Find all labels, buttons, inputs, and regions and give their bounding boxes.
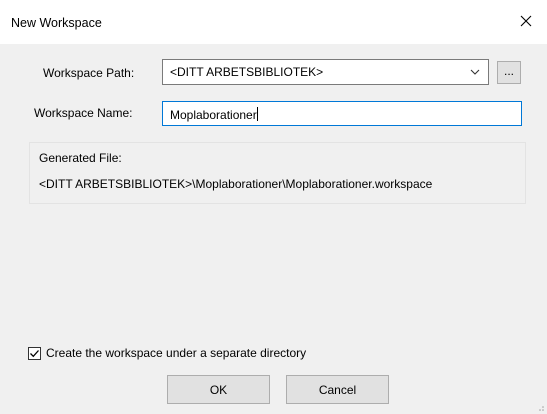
cancel-button[interactable]: Cancel [286,375,389,404]
checkmark-icon [30,349,39,357]
generated-file-label: Generated File: [39,151,122,165]
text-caret [256,107,258,121]
dialog-title: New Workspace [11,16,102,30]
generated-file-group: Generated File: <DITT ARBETSBIBLIOTEK>\M… [29,142,526,204]
resize-grip-icon[interactable] [535,402,545,412]
workspace-path-combobox[interactable]: <DITT ARBETSBIBLIOTEK> [162,59,489,85]
workspace-name-input[interactable]: Moplaborationer [162,101,522,126]
separate-directory-option[interactable]: Create the workspace under a separate di… [28,345,306,361]
separate-directory-label[interactable]: Create the workspace under a separate di… [46,346,306,360]
browse-button[interactable]: ... [497,61,521,84]
workspace-name-label: Workspace Name: [34,106,133,120]
ok-button[interactable]: OK [167,375,270,404]
workspace-path-label: Workspace Path: [43,66,135,80]
separate-directory-checkbox[interactable] [28,346,41,360]
workspace-path-value: <DITT ARBETSBIBLIOTEK> [170,65,324,79]
chevron-down-icon[interactable] [470,68,480,76]
close-button[interactable] [507,6,545,36]
new-workspace-dialog: New Workspace Workspace Path: <DITT ARBE… [0,0,547,414]
generated-file-path: <DITT ARBETSBIBLIOTEK>\Moplaborationer\M… [39,177,433,191]
workspace-name-value: Moplaborationer [170,107,258,122]
close-icon [520,15,532,27]
title-bar: New Workspace [0,0,547,44]
workspace-name-text: Moplaborationer [170,108,257,122]
